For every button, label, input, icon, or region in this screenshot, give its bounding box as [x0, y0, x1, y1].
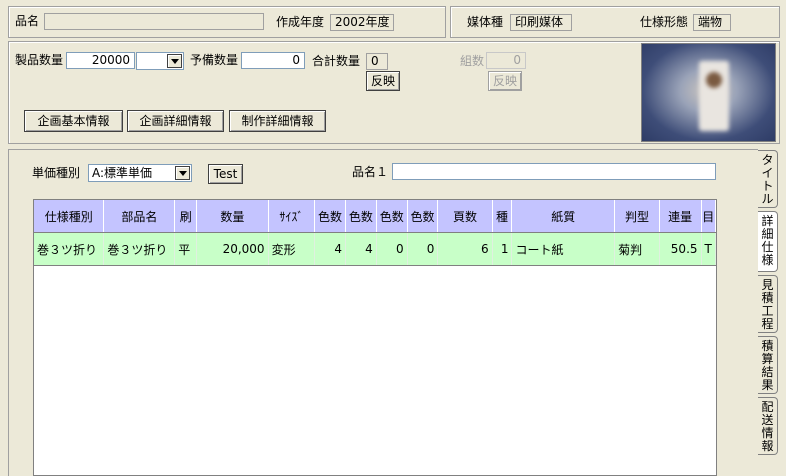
product-qty-unit-select[interactable] [136, 52, 184, 70]
name1-field[interactable] [392, 163, 716, 180]
tab-title[interactable]: タイトル [758, 150, 778, 208]
plan-basic-info-button[interactable]: 企画基本情報 [24, 110, 123, 132]
cell-colors-2[interactable]: 4 [345, 232, 377, 266]
cell-print[interactable]: 平 [174, 232, 198, 266]
unit-type-select[interactable]: A:標準単価 [88, 164, 192, 182]
col-header-colors-1[interactable]: 色数 [314, 200, 346, 233]
production-detail-button[interactable]: 制作詳細情報 [229, 110, 326, 132]
total-qty-label: 合計数量 [312, 54, 361, 68]
spare-qty-field[interactable]: 0 [241, 52, 305, 69]
cell-ream-weight[interactable]: 50.5 [659, 232, 702, 266]
product-qty-field[interactable]: 20000 [66, 52, 135, 69]
plan-detail-info-button[interactable]: 企画詳細情報 [127, 110, 224, 132]
spec-form-label: 仕様形態 [640, 15, 689, 29]
reflect-button[interactable]: 反映 [366, 71, 400, 91]
tab-calc-result-label: 積算結果 [761, 339, 774, 392]
cell-paper[interactable]: コート紙 [511, 232, 616, 266]
table-row[interactable]: 巻３ツ折り 巻３ツ折り 平 20,000 変形 4 4 0 0 6 1 コート紙… [34, 232, 716, 266]
tab-estimate-process-label: 見積工程 [761, 278, 774, 331]
col-header-kind[interactable]: 種 [492, 200, 513, 233]
year-label: 作成年度 [276, 15, 325, 29]
tab-delivery-info-label: 配送情報 [761, 400, 774, 453]
chevron-down-icon[interactable] [175, 166, 190, 180]
col-header-grain[interactable]: 目 [701, 200, 716, 233]
tab-title-label: タイトル [761, 153, 774, 206]
cell-format[interactable]: 菊判 [614, 232, 660, 266]
tab-delivery-info[interactable]: 配送情報 [758, 397, 778, 455]
product-name-label: 品名 [15, 14, 40, 28]
tab-detail-spec-label: 詳細仕様 [761, 214, 774, 267]
unit-type-value: A:標準単価 [92, 166, 153, 180]
year-field[interactable]: 2002年度 [330, 14, 394, 31]
product-name-field[interactable] [44, 13, 264, 30]
thumbnail-figure [706, 72, 722, 88]
cell-pages[interactable]: 6 [437, 232, 493, 266]
product-thumbnail [641, 43, 776, 142]
cell-grain[interactable]: T [701, 232, 716, 266]
set-qty-field[interactable]: 0 [486, 52, 526, 69]
media-field[interactable]: 印刷媒体 [510, 14, 572, 31]
col-header-ream-weight[interactable]: 連量 [659, 200, 702, 233]
cell-part-name[interactable]: 巻３ツ折り [103, 232, 176, 266]
cell-kind[interactable]: 1 [492, 232, 513, 266]
total-qty-field: 0 [366, 53, 388, 70]
tab-estimate-process[interactable]: 見積工程 [758, 275, 778, 333]
spec-form-field[interactable]: 端物 [693, 14, 731, 31]
spec-grid: 仕様種別 部品名 刷 数量 ｻｲｽﾞ 色数 色数 色数 色数 頁数 種 紙質 判… [33, 199, 717, 476]
col-header-print[interactable]: 刷 [174, 200, 198, 233]
col-header-format[interactable]: 判型 [614, 200, 660, 233]
spare-qty-label: 予備数量 [190, 53, 239, 67]
unit-type-label: 単価種別 [32, 166, 81, 180]
cell-size[interactable]: 変形 [268, 232, 316, 266]
col-header-paper[interactable]: 紙質 [511, 200, 616, 233]
cell-spec-type[interactable]: 巻３ツ折り [34, 232, 105, 266]
col-header-colors-3[interactable]: 色数 [376, 200, 408, 233]
col-header-colors-2[interactable]: 色数 [345, 200, 377, 233]
media-label: 媒体種 [467, 15, 504, 29]
cell-quantity[interactable]: 20,000 [196, 232, 269, 266]
reflect-disabled-button[interactable]: 反映 [488, 71, 522, 91]
set-qty-label: 組数 [460, 54, 485, 68]
tab-detail-spec[interactable]: 詳細仕様 [758, 211, 778, 272]
col-header-colors-4[interactable]: 色数 [407, 200, 439, 233]
test-button[interactable]: Test [208, 164, 243, 184]
name1-label: 品名１ [352, 165, 389, 179]
col-header-size[interactable]: ｻｲｽﾞ [268, 200, 316, 233]
tab-calc-result[interactable]: 積算結果 [758, 336, 778, 394]
product-qty-label: 製品数量 [15, 53, 64, 67]
col-header-part-name[interactable]: 部品名 [103, 200, 176, 233]
cell-colors-3[interactable]: 0 [376, 232, 408, 266]
chevron-down-icon[interactable] [167, 54, 182, 68]
cell-colors-1[interactable]: 4 [314, 232, 346, 266]
cell-colors-4[interactable]: 0 [407, 232, 439, 266]
col-header-quantity[interactable]: 数量 [196, 200, 269, 233]
col-header-pages[interactable]: 頁数 [437, 200, 493, 233]
col-header-spec-type[interactable]: 仕様種別 [34, 200, 105, 233]
grid-header-row: 仕様種別 部品名 刷 数量 ｻｲｽﾞ 色数 色数 色数 色数 頁数 種 紙質 判… [34, 200, 716, 233]
